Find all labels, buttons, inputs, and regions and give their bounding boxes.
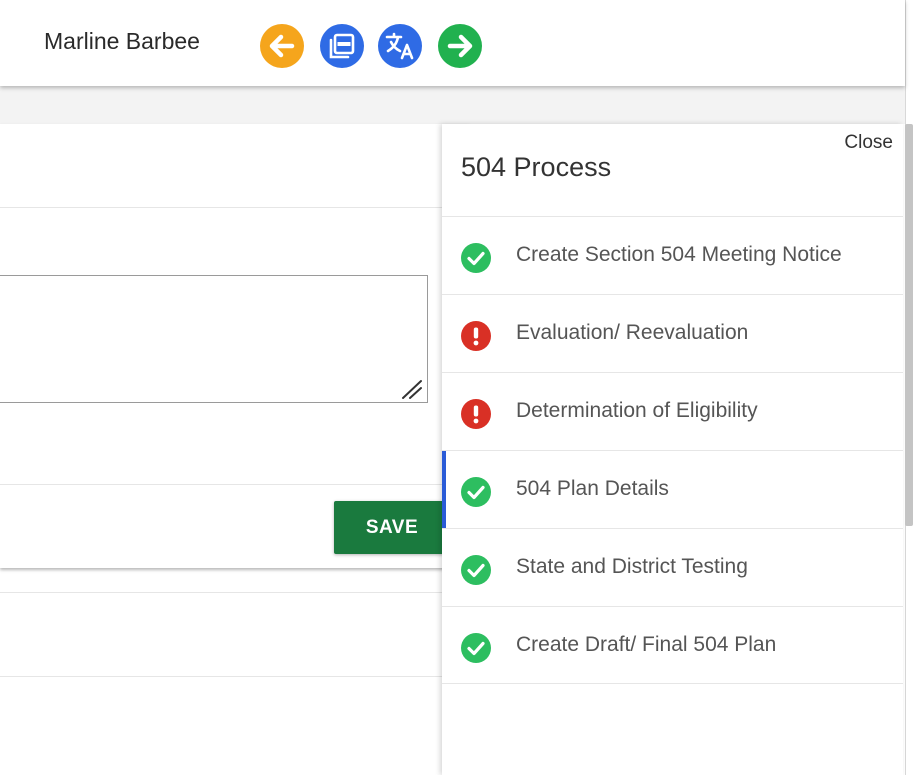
pdf-icon xyxy=(320,24,364,68)
close-link[interactable]: Close xyxy=(844,132,893,154)
back-button[interactable] xyxy=(260,24,304,68)
step-label: 504 Plan Details xyxy=(516,477,669,500)
process-step-active[interactable]: 504 Plan Details xyxy=(442,450,903,528)
section-divider xyxy=(0,676,470,677)
step-label: Create Section 504 Meeting Notice xyxy=(516,243,842,266)
step-label: Determination of Eligibility xyxy=(516,399,758,422)
process-step[interactable]: Create Draft/ Final 504 Plan xyxy=(442,606,903,684)
next-button[interactable] xyxy=(438,24,482,68)
step-label: State and District Testing xyxy=(516,555,748,578)
panel-title: 504 Process xyxy=(461,152,612,182)
page: Marline Barbee SAVE Close 504 Process Cr… xyxy=(0,0,915,775)
top-header: Marline Barbee xyxy=(0,0,905,86)
translate-icon xyxy=(378,24,422,68)
form-divider xyxy=(0,484,470,485)
step-label: Evaluation/ Reevaluation xyxy=(516,321,749,344)
check-circle-icon xyxy=(461,633,491,663)
student-name: Marline Barbee xyxy=(44,28,200,54)
process-steps: Create Section 504 Meeting Notice Evalua… xyxy=(442,216,903,684)
notes-textarea[interactable] xyxy=(0,275,428,403)
step-label: Create Draft/ Final 504 Plan xyxy=(516,633,777,656)
scrollbar[interactable] xyxy=(905,124,913,526)
section-divider xyxy=(0,592,470,593)
resize-grip-icon[interactable] xyxy=(400,378,424,400)
form-divider xyxy=(0,207,470,208)
pdf-button[interactable] xyxy=(320,24,364,68)
exclamation-circle-icon xyxy=(461,399,491,429)
form-card: SAVE xyxy=(0,124,470,568)
process-step[interactable]: Evaluation/ Reevaluation xyxy=(442,294,903,372)
check-circle-icon xyxy=(461,477,491,507)
arrow-left-icon xyxy=(260,24,304,68)
process-step[interactable]: Create Section 504 Meeting Notice xyxy=(442,216,903,294)
arrow-right-icon xyxy=(438,24,482,68)
check-circle-icon xyxy=(461,243,491,273)
header-shadow-band xyxy=(0,86,905,124)
translate-button[interactable] xyxy=(378,24,422,68)
process-step[interactable]: Determination of Eligibility xyxy=(442,372,903,450)
exclamation-circle-icon xyxy=(461,321,491,351)
check-circle-icon xyxy=(461,555,491,585)
process-panel: Close 504 Process Create Section 504 Mee… xyxy=(442,124,903,775)
process-step[interactable]: State and District Testing xyxy=(442,528,903,606)
